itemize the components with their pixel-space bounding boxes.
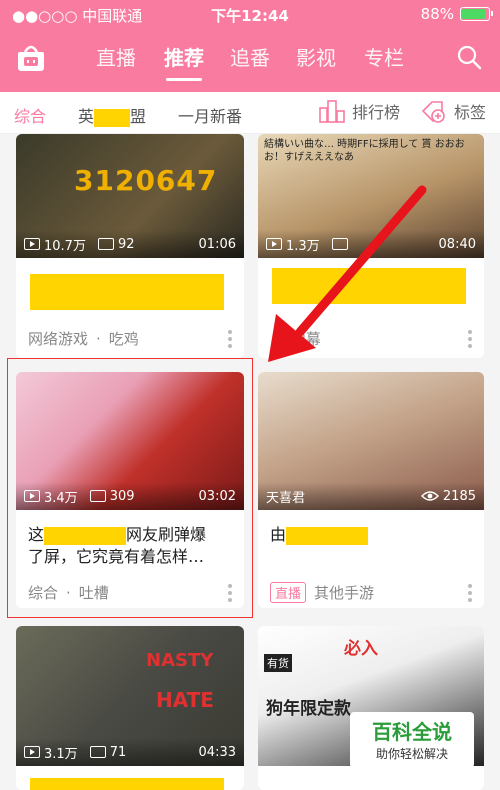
watermark-title: 百科全说: [372, 720, 452, 744]
watermark: 百科全说 助你轻松解决: [350, 712, 474, 768]
watermark-subtitle: 助你轻松解决: [375, 747, 448, 761]
annotation-arrow: [268, 185, 427, 362]
